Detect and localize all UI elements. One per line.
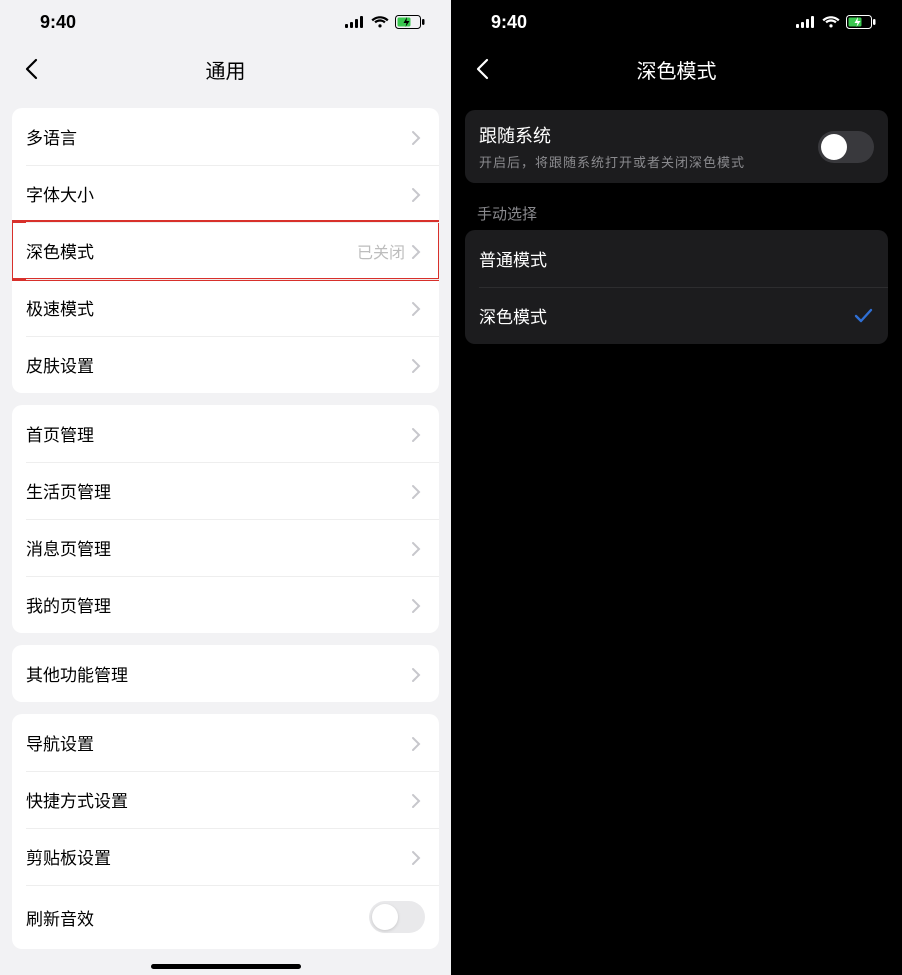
row-label: 刷新音效 [26, 905, 94, 930]
wifi-icon [822, 16, 840, 28]
row-label: 深色模式 [26, 238, 94, 263]
back-button[interactable] [16, 54, 46, 84]
mode-options-list: 普通模式 深色模式 [465, 230, 888, 344]
option-label: 深色模式 [479, 303, 547, 328]
cellular-icon [796, 16, 816, 28]
chevron-right-icon [411, 541, 425, 555]
follow-system-subtitle: 开启后，将跟随系统打开或者关闭深色模式 [479, 152, 806, 171]
follow-system-card: 跟随系统 开启后，将跟随系统打开或者关闭深色模式 [465, 110, 888, 183]
settings-group: 首页管理 生活页管理 消息页管理 我的页管理 [12, 405, 439, 633]
check-icon [852, 305, 874, 327]
chevron-right-icon [411, 850, 425, 864]
row-multilang[interactable]: 多语言 [12, 108, 439, 165]
status-time: 9:40 [491, 12, 527, 33]
row-label: 多语言 [26, 124, 77, 149]
row-fast-mode[interactable]: 极速模式 [12, 279, 439, 336]
row-mine-manage[interactable]: 我的页管理 [12, 576, 439, 633]
row-other-manage[interactable]: 其他功能管理 [12, 645, 439, 702]
row-skin-settings[interactable]: 皮肤设置 [12, 336, 439, 393]
chevron-right-icon [411, 667, 425, 681]
row-label: 其他功能管理 [26, 661, 128, 686]
row-label: 皮肤设置 [26, 352, 94, 377]
row-shortcut-settings[interactable]: 快捷方式设置 [12, 771, 439, 828]
status-icons [796, 15, 876, 29]
settings-group: 多语言 字体大小 深色模式 已关闭 极速模式 皮肤设置 [12, 108, 439, 393]
row-label: 字体大小 [26, 181, 94, 206]
chevron-right-icon [411, 793, 425, 807]
option-label: 普通模式 [479, 246, 547, 271]
battery-icon [395, 15, 425, 29]
status-icons [345, 15, 425, 29]
row-value: 已关闭 [357, 239, 405, 263]
settings-group: 导航设置 快捷方式设置 剪贴板设置 刷新音效 [12, 714, 439, 949]
status-bar: 9:40 [451, 0, 902, 40]
battery-icon [846, 15, 876, 29]
back-button[interactable] [467, 54, 497, 84]
chevron-right-icon [411, 427, 425, 441]
section-header: 手动选择 [477, 203, 876, 224]
row-font-size[interactable]: 字体大小 [12, 165, 439, 222]
chevron-right-icon [411, 358, 425, 372]
row-label: 导航设置 [26, 730, 94, 755]
row-label: 我的页管理 [26, 592, 111, 617]
navbar: 通用 [0, 40, 451, 98]
chevron-right-icon [411, 130, 425, 144]
row-label: 首页管理 [26, 421, 94, 446]
page-title: 通用 [206, 55, 246, 84]
chevron-right-icon [411, 244, 425, 258]
row-home-manage[interactable]: 首页管理 [12, 405, 439, 462]
settings-group: 其他功能管理 [12, 645, 439, 702]
row-label: 快捷方式设置 [26, 787, 128, 812]
row-nav-settings[interactable]: 导航设置 [12, 714, 439, 771]
status-time: 9:40 [40, 12, 76, 33]
row-label: 消息页管理 [26, 535, 111, 560]
row-label: 剪贴板设置 [26, 844, 111, 869]
navbar: 深色模式 [451, 40, 902, 98]
row-label: 生活页管理 [26, 478, 111, 503]
option-normal-mode[interactable]: 普通模式 [465, 230, 888, 287]
chevron-right-icon [411, 301, 425, 315]
option-dark-mode[interactable]: 深色模式 [465, 287, 888, 344]
follow-system-title: 跟随系统 [479, 122, 806, 148]
chevron-right-icon [411, 187, 425, 201]
home-indicator [151, 964, 301, 969]
phone-light: 9:40 通用 多语言 字体大小 深色模式 [0, 0, 451, 975]
cellular-icon [345, 16, 365, 28]
toggle-switch[interactable] [369, 901, 425, 933]
row-label: 极速模式 [26, 295, 94, 320]
toggle-switch[interactable] [818, 131, 874, 163]
row-refresh-sound[interactable]: 刷新音效 [12, 885, 439, 949]
page-title: 深色模式 [637, 55, 717, 84]
phone-dark: 9:40 深色模式 跟随系统 开启后，将跟随系统打开或者关闭深色模式 手动选择 [451, 0, 902, 975]
chevron-right-icon [411, 736, 425, 750]
status-bar: 9:40 [0, 0, 451, 40]
chevron-right-icon [411, 484, 425, 498]
wifi-icon [371, 16, 389, 28]
row-life-manage[interactable]: 生活页管理 [12, 462, 439, 519]
row-dark-mode[interactable]: 深色模式 已关闭 [12, 222, 439, 279]
chevron-right-icon [411, 598, 425, 612]
row-message-manage[interactable]: 消息页管理 [12, 519, 439, 576]
row-clipboard-settings[interactable]: 剪贴板设置 [12, 828, 439, 885]
